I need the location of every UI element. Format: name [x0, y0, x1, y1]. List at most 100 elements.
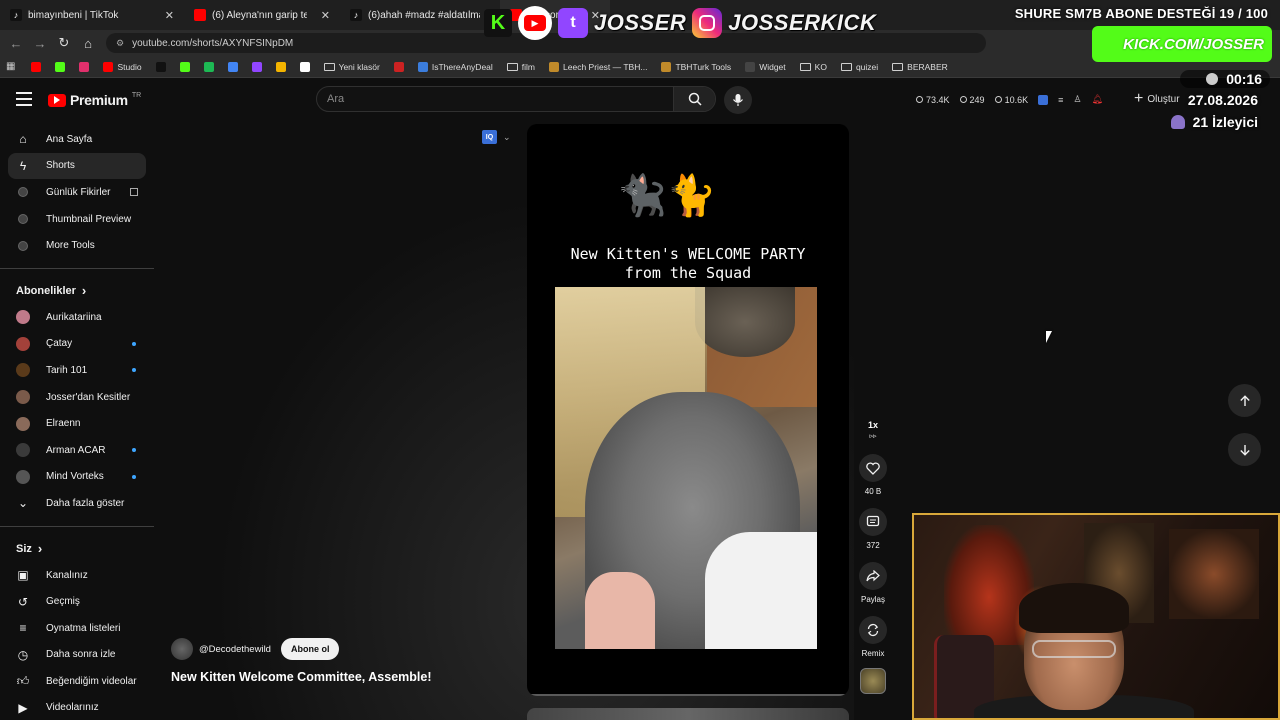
sidebar-item[interactable]: Josser'dan Kesitler	[8, 384, 146, 411]
like-button[interactable]	[859, 454, 887, 482]
bookmark-item[interactable]: Studio	[99, 61, 145, 72]
site-info-icon[interactable]: ⚙	[116, 38, 124, 49]
bookmark-item[interactable]	[176, 61, 194, 72]
bookmark-item[interactable]	[296, 61, 314, 72]
like-icon: 👍︎	[16, 673, 30, 688]
list-icon[interactable]: ≡	[1058, 95, 1063, 105]
clock-icon: ◷	[17, 647, 29, 662]
bookmark-icon	[549, 61, 560, 72]
search-input[interactable]: Ara	[317, 93, 673, 105]
share-label: Paylaş	[860, 595, 885, 604]
bookmark-item[interactable]: BERABER	[888, 62, 952, 72]
sidebar-item[interactable]: 👍︎ Beğendiğim videolar	[8, 668, 146, 695]
bookmark-item[interactable]: KO	[796, 62, 831, 72]
sidebar-item[interactable]: ⌂ Ana Sayfa	[8, 126, 146, 153]
sidebar-item[interactable]: Mind Vorteks	[8, 464, 146, 491]
home-icon: ⌂	[19, 132, 27, 147]
next-short-button[interactable]	[1228, 433, 1261, 466]
bookmark-item[interactable]: Widget	[741, 61, 789, 72]
forward-icon[interactable]: →	[28, 31, 52, 55]
sidebar-section-header[interactable]: Siz ›	[0, 536, 154, 562]
sidebar-item[interactable]: Thumbnail Preview	[8, 206, 146, 233]
sidebar-item[interactable]: Aurikatariina	[8, 304, 146, 331]
bookmark-item[interactable]	[224, 61, 242, 72]
tab-title: (6) Aleyna'nın garip tepkileri | K	[212, 9, 307, 21]
sidebar-item[interactable]: ϟ Shorts	[8, 152, 146, 180]
tab-close-icon[interactable]: ✕	[165, 9, 174, 22]
speed-control[interactable]: 1x ▹▹	[868, 420, 878, 442]
channel-name[interactable]: @Decodethewild	[199, 644, 271, 655]
channel-avatar[interactable]	[171, 638, 193, 660]
youtube-logo[interactable]: Premium TR	[48, 92, 141, 108]
bookmark-item[interactable]	[75, 61, 93, 72]
voice-search-button[interactable]	[724, 86, 752, 114]
sidebar-item[interactable]: More Tools	[8, 232, 146, 259]
home-icon[interactable]: ⌂	[76, 31, 100, 55]
search-box[interactable]: Ara	[316, 86, 716, 112]
previous-short-button[interactable]	[1228, 384, 1261, 417]
next-short-preview[interactable]	[527, 708, 849, 720]
bookmark-item[interactable]	[51, 61, 69, 72]
eye-icon	[959, 96, 967, 103]
sidebar-item[interactable]: ▣ Kanalınız	[8, 562, 146, 589]
extension-toggle[interactable]: IQ ⌄	[482, 130, 511, 144]
like-count: 40 B	[864, 487, 882, 496]
bookmark-item[interactable]	[272, 61, 290, 72]
bookmark-item[interactable]	[248, 61, 266, 72]
sidebar-item[interactable]: Çatay	[8, 331, 146, 358]
bookmark-item[interactable]	[390, 61, 408, 72]
webcam-glasses	[1032, 640, 1116, 658]
bookmark-icon	[393, 61, 404, 72]
bookmark-item[interactable]	[27, 61, 45, 72]
bookmark-item[interactable]: Yeni klasör	[320, 62, 384, 72]
comments-button[interactable]	[859, 508, 887, 536]
bookmark-item[interactable]	[152, 61, 170, 72]
kick-logo-icon: K	[484, 9, 512, 37]
video-progress-bar[interactable]	[527, 694, 849, 696]
menu-icon[interactable]	[16, 92, 32, 106]
tab-close-icon[interactable]: ✕	[321, 9, 330, 22]
bookmark-item[interactable]: film	[503, 62, 539, 72]
sidebar-item[interactable]: Günlük Fikirler	[8, 179, 146, 206]
search-button[interactable]	[673, 87, 715, 111]
sidebar-item[interactable]: ≡ Oynatma listeleri	[8, 615, 146, 642]
section-title: Abonelikler	[16, 284, 76, 297]
browser-tab[interactable]: ♪ (6)ahah #madz #aldatılmak #ha	[340, 0, 490, 30]
bookmark-item[interactable]: Leech Priest — TBH...	[545, 61, 651, 72]
create-label: Oluştur	[1147, 93, 1180, 105]
bookmark-item[interactable]	[200, 61, 218, 72]
bookmark-label: Widget	[759, 61, 786, 72]
sidebar-item[interactable]: Elraenn	[8, 410, 146, 437]
sidebar-section-header[interactable]: Abonelikler ›	[0, 278, 154, 304]
extension-icon[interactable]	[1038, 94, 1049, 105]
share-button[interactable]	[859, 562, 887, 590]
channel-avatar	[16, 416, 30, 431]
bookmark-label: quizei	[855, 61, 879, 72]
bookmark-item[interactable]: IsThereAnyDeal	[414, 61, 497, 72]
browser-tab[interactable]: ♪ bimayınbeni | TikTok ✕	[0, 0, 184, 30]
reload-icon[interactable]: ↻	[52, 31, 76, 55]
video-frame[interactable]	[555, 287, 817, 649]
bookmark-item[interactable]: quizei	[837, 62, 882, 72]
sidebar-item[interactable]: ◷ Daha sonra izle	[8, 642, 146, 669]
tool-icon	[16, 185, 30, 199]
sidebar-item[interactable]: Tarih 101	[8, 357, 146, 384]
sidebar-item[interactable]: ↺ Geçmiş	[8, 588, 146, 615]
notification-icon[interactable]: 🔔︎	[1091, 94, 1102, 105]
short-player[interactable]: 🐈‍⬛🐈 New Kitten's WELCOME PARTY from the…	[527, 124, 849, 696]
subscribe-button[interactable]: Abone ol	[280, 638, 340, 660]
short-title[interactable]: New Kitten Welcome Committee, Assemble!	[171, 670, 431, 684]
remix-button[interactable]	[859, 616, 887, 644]
trophy-icon[interactable]: ♙	[1073, 94, 1081, 105]
apps-grid-icon[interactable]: ▦	[6, 61, 15, 72]
sidebar-item-label: Elraenn	[46, 418, 81, 430]
browser-tab[interactable]: (6) Aleyna'nın garip tepkileri | K ✕	[184, 0, 340, 30]
sound-thumbnail[interactable]	[860, 668, 886, 694]
search-icon	[688, 92, 702, 106]
sidebar-item[interactable]: Arman ACAR	[8, 437, 146, 464]
create-button[interactable]: + Oluştur	[1134, 90, 1180, 108]
bookmark-item[interactable]: TBHTurk Tools	[657, 61, 735, 72]
sidebar-item[interactable]: ⌄ Daha fazla göster	[8, 490, 146, 517]
sidebar-item[interactable]: ▶ Videolarınız	[8, 695, 146, 720]
back-icon[interactable]: ←	[4, 31, 28, 55]
